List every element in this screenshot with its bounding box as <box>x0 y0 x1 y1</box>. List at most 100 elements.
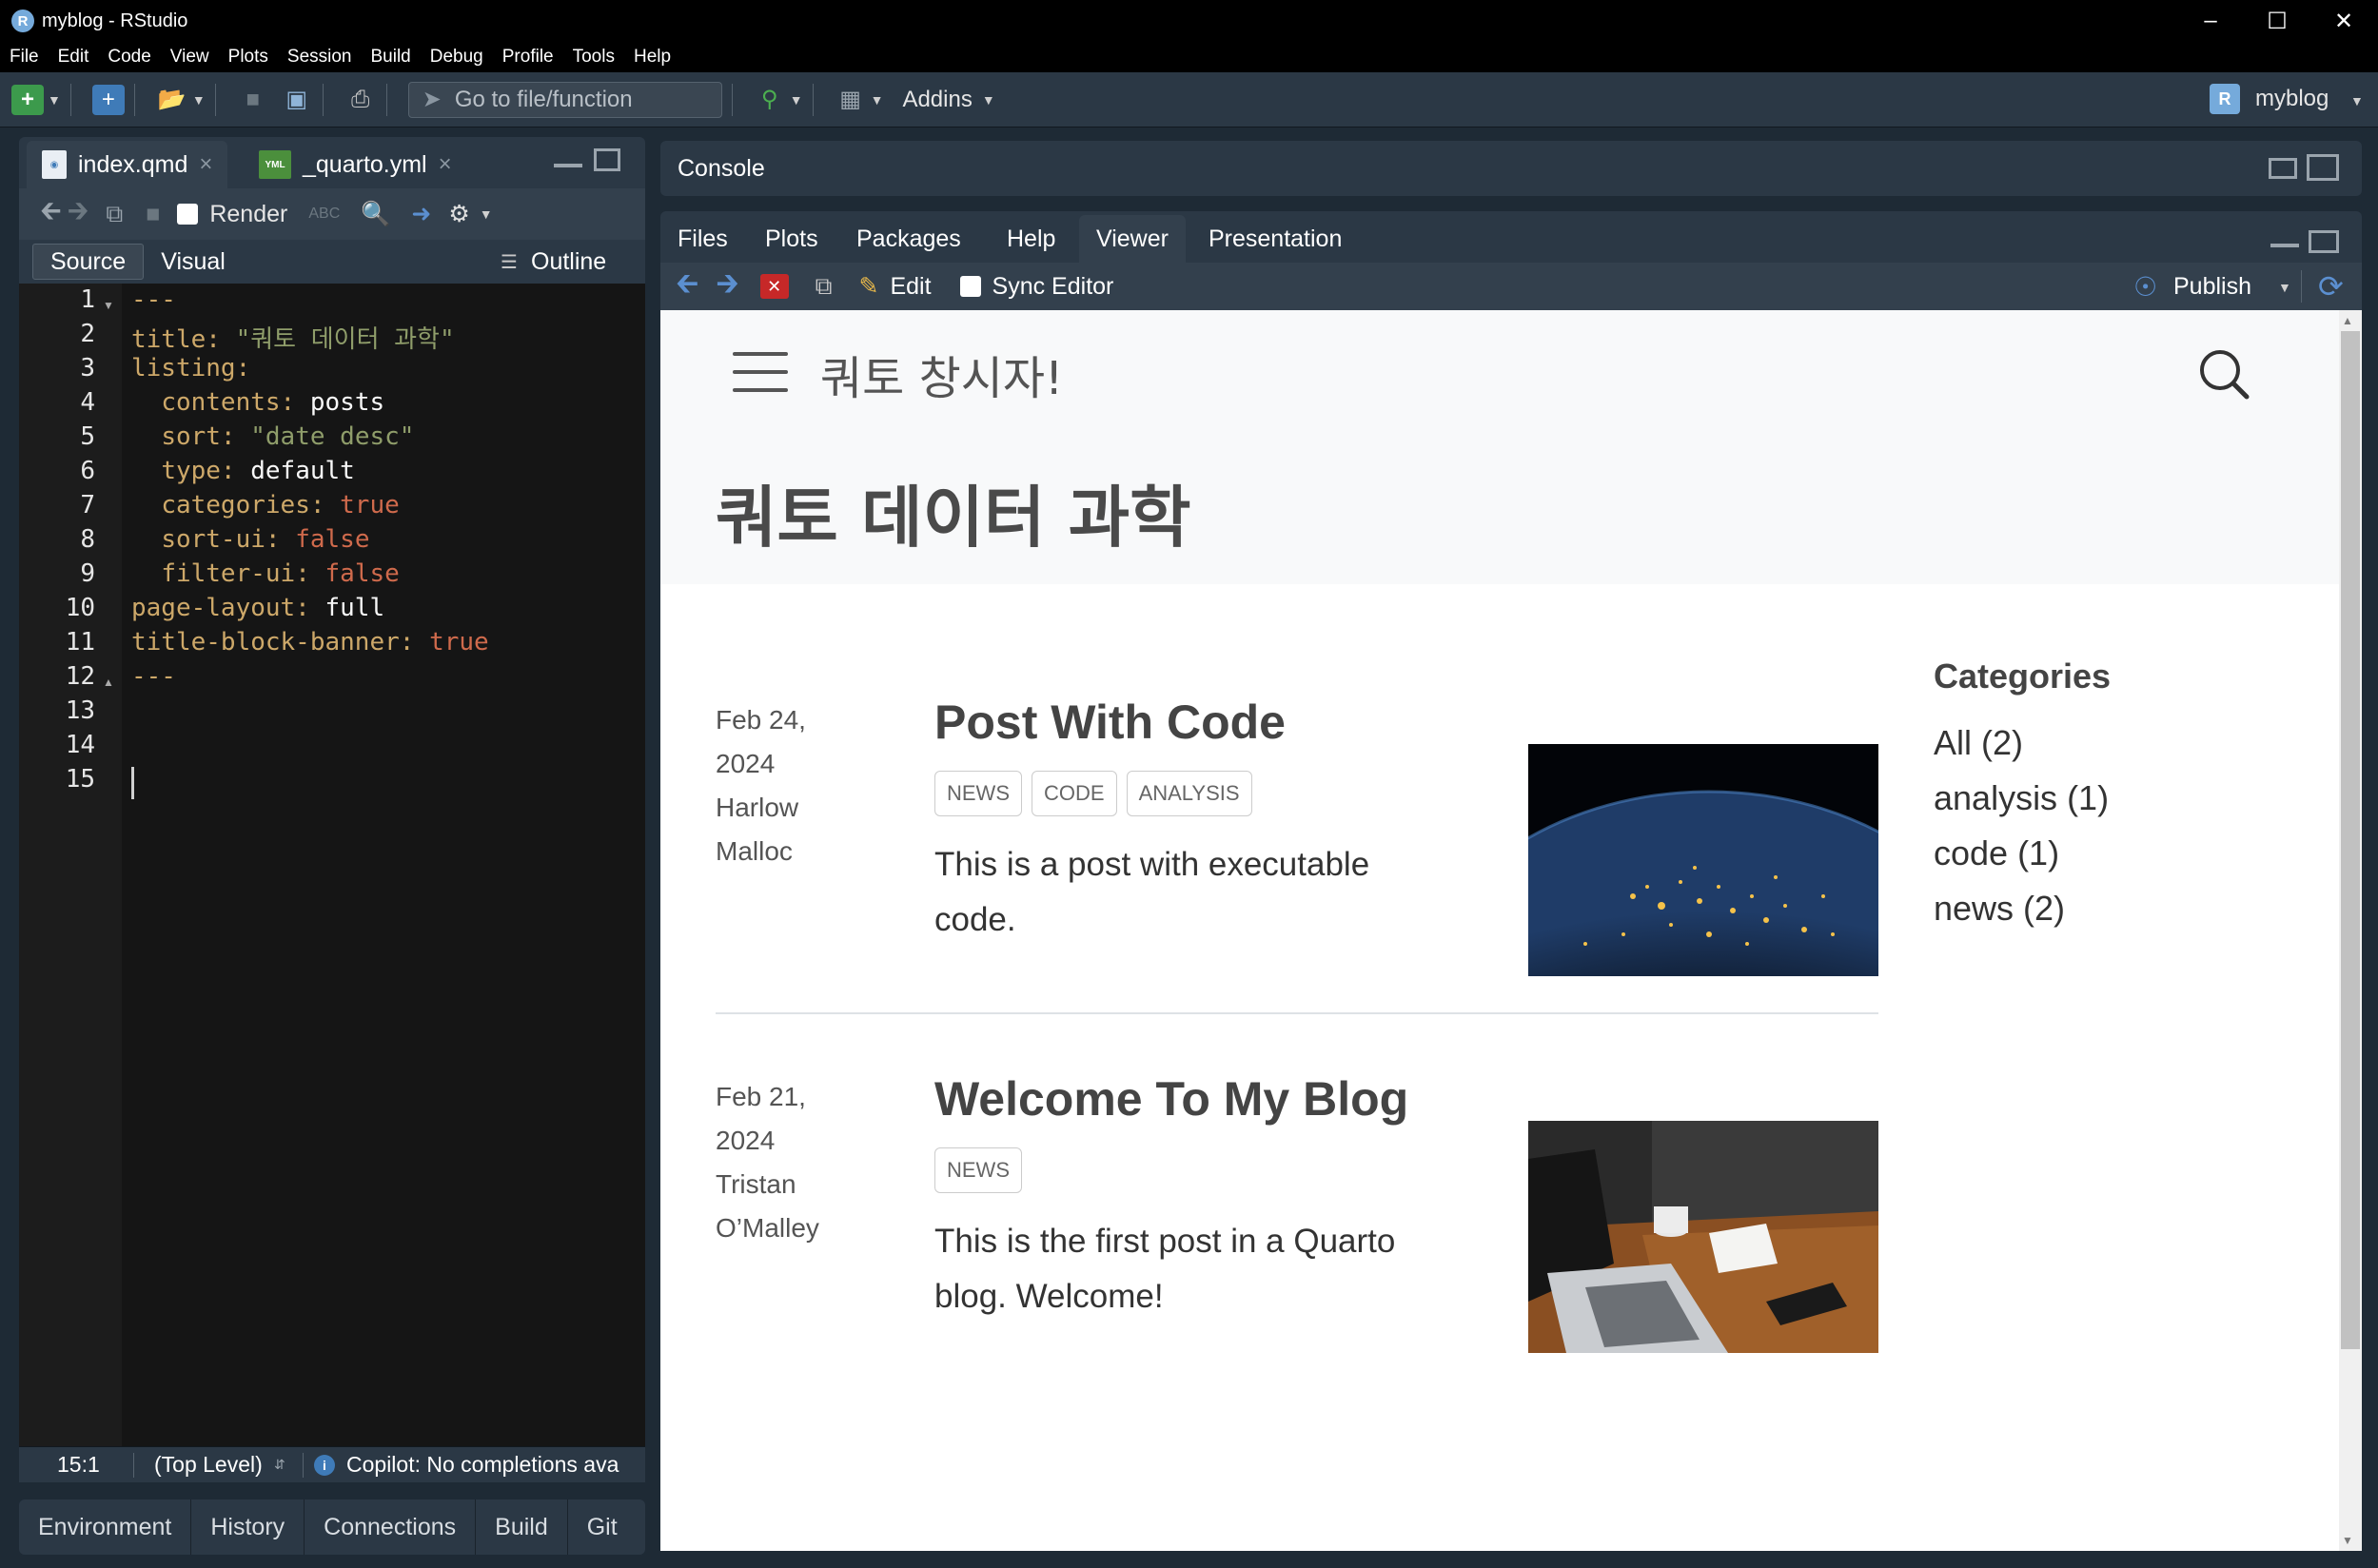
menu-code[interactable]: Code <box>108 47 150 68</box>
tab-quarto-yml[interactable]: YML _quarto.yml × <box>244 141 467 188</box>
menu-edit[interactable]: Edit <box>58 47 89 68</box>
maximize-pane-icon[interactable] <box>594 148 620 171</box>
tab-files[interactable]: Files <box>660 215 745 263</box>
menu-tools[interactable]: Tools <box>573 47 615 68</box>
tab-connections[interactable]: Connections <box>305 1499 477 1555</box>
site-title[interactable]: 쿼토 창시자! <box>820 341 1063 407</box>
project-menu[interactable]: myblog <box>2255 86 2329 112</box>
search-icon[interactable]: 🔍 <box>361 201 390 228</box>
category-analysis[interactable]: analysis (1) <box>1934 778 2109 818</box>
category-code[interactable]: code (1) <box>1934 833 2059 873</box>
menu-session[interactable]: Session <box>287 47 352 68</box>
tab-label: index.qmd <box>78 150 188 178</box>
category-news[interactable]: news (2) <box>1934 889 2065 929</box>
maximize-button[interactable]: ☐ <box>2244 0 2310 42</box>
print-icon[interactable]: ⎙ <box>344 85 377 115</box>
menu-file[interactable]: File <box>10 47 39 68</box>
restore-pane-icon[interactable] <box>2269 158 2297 179</box>
minimize-pane-icon[interactable] <box>554 158 582 167</box>
hamburger-menu-icon[interactable] <box>733 352 788 394</box>
tab-plots[interactable]: Plots <box>748 215 835 263</box>
category-tag[interactable]: NEWS <box>934 771 1022 816</box>
chevron-down-icon[interactable]: ▼ <box>2278 280 2291 295</box>
edit-icon[interactable]: ✎ <box>858 272 878 301</box>
chevron-down-icon[interactable]: ▼ <box>982 92 995 108</box>
chevron-down-icon[interactable]: ▼ <box>480 206 493 222</box>
go-to-file-placeholder: Go to file/function <box>454 86 633 112</box>
clear-viewer-icon[interactable]: ✕ <box>759 274 789 299</box>
visual-mode-button[interactable]: Visual <box>144 244 243 280</box>
menu-build[interactable]: Build <box>371 47 411 68</box>
tab-presentation[interactable]: Presentation <box>1191 215 1359 263</box>
scroll-down-icon[interactable]: ▼ <box>2342 1534 2353 1547</box>
render-on-save-checkbox[interactable] <box>177 204 199 225</box>
post-title-link[interactable]: Post With Code <box>934 695 1286 750</box>
menu-help[interactable]: Help <box>634 47 671 68</box>
scope-selector[interactable]: (Top Level) <box>154 1452 263 1478</box>
category-tag[interactable]: ANALYSIS <box>1126 771 1252 816</box>
chevron-down-icon[interactable]: ▼ <box>192 92 206 108</box>
minimize-pane-icon[interactable] <box>2270 240 2299 247</box>
back-arrow-icon[interactable]: 🡰 <box>676 263 698 311</box>
tab-git[interactable]: Git <box>568 1499 637 1555</box>
outline-button[interactable]: Outline <box>531 248 606 276</box>
sync-editor-checkbox[interactable] <box>959 276 981 297</box>
tab-environment[interactable]: Environment <box>19 1499 192 1555</box>
earth-night-image[interactable] <box>1528 744 1878 976</box>
scrollbar-thumb[interactable] <box>2341 331 2360 1349</box>
laptop-desk-image[interactable] <box>1528 1121 1878 1353</box>
tab-packages[interactable]: Packages <box>839 215 978 263</box>
forward-arrow-icon[interactable]: 🡲 <box>716 263 738 311</box>
scroll-up-icon[interactable]: ▲ <box>2342 314 2353 327</box>
category-tag[interactable]: CODE <box>1032 771 1117 816</box>
back-arrow-icon[interactable]: 🡰 <box>40 191 62 237</box>
run-icon[interactable]: ➜ <box>411 200 431 228</box>
new-file-icon[interactable]: + <box>11 84 44 115</box>
refresh-icon[interactable]: ⟳ <box>2318 268 2344 304</box>
menu-plots[interactable]: Plots <box>228 47 268 68</box>
post-title-link[interactable]: Welcome To My Blog <box>934 1071 1408 1127</box>
close-icon[interactable]: × <box>439 151 452 178</box>
maximize-pane-icon[interactable] <box>2309 230 2339 253</box>
chevron-down-icon[interactable]: ▼ <box>790 92 803 108</box>
fold-up-icon[interactable]: ▲ <box>103 676 114 689</box>
console-pane-header[interactable]: Console <box>660 141 2362 196</box>
category-all[interactable]: All (2) <box>1934 723 2023 763</box>
chevron-down-icon[interactable]: ▼ <box>2350 93 2364 108</box>
show-in-window-icon[interactable]: ⧉ <box>106 201 123 228</box>
updown-icon[interactable]: ⇵ <box>274 1457 285 1473</box>
close-icon[interactable]: × <box>199 151 212 178</box>
chevron-down-icon[interactable]: ▼ <box>48 92 61 108</box>
minimize-button[interactable]: – <box>2177 0 2244 42</box>
tab-build[interactable]: Build <box>476 1499 568 1555</box>
tab-help[interactable]: Help <box>990 215 1072 263</box>
publish-button[interactable]: Publish <box>2173 273 2251 301</box>
source-mode-button[interactable]: Source <box>32 244 145 280</box>
menu-debug[interactable]: Debug <box>430 47 483 68</box>
new-project-icon[interactable]: + <box>91 84 125 115</box>
save-icon[interactable]: ■ <box>146 201 160 228</box>
save-all-icon[interactable]: ▣ <box>281 85 313 115</box>
gear-icon[interactable]: ⚙ <box>448 200 469 228</box>
go-to-file-input[interactable]: ➤ Go to file/function <box>407 81 722 118</box>
category-tag[interactable]: NEWS <box>934 1147 1022 1193</box>
fold-down-icon[interactable]: ▼ <box>103 299 114 312</box>
tab-viewer[interactable]: Viewer <box>1079 215 1186 263</box>
version-control-icon[interactable]: ⚲ <box>754 85 786 115</box>
show-in-window-icon[interactable]: ⧉ <box>816 273 833 301</box>
chevron-down-icon[interactable]: ▼ <box>871 92 884 108</box>
spellcheck-icon[interactable]: ABC <box>308 206 340 223</box>
edit-button[interactable]: Edit <box>890 273 931 301</box>
save-icon[interactable]: ■ <box>237 85 269 115</box>
search-icon[interactable] <box>2198 348 2250 400</box>
open-folder-icon[interactable]: 📂 <box>156 85 188 115</box>
pane-layout-icon[interactable]: ▦ <box>835 85 867 115</box>
tab-history[interactable]: History <box>191 1499 305 1555</box>
tab-index-qmd[interactable]: ◉ index.qmd × <box>27 141 228 188</box>
menu-profile[interactable]: Profile <box>502 47 554 68</box>
maximize-pane-icon[interactable] <box>2307 154 2339 181</box>
forward-arrow-icon[interactable]: 🡲 <box>68 191 89 237</box>
addins-menu[interactable]: Addins <box>902 87 972 113</box>
close-window-button[interactable]: ✕ <box>2310 0 2377 42</box>
menu-view[interactable]: View <box>170 47 209 68</box>
